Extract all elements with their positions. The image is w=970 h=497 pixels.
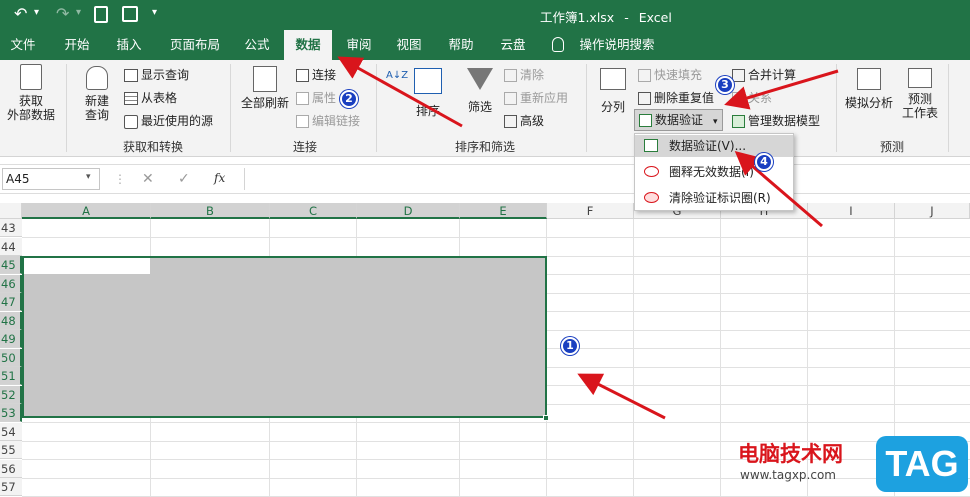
watermark-text: 电脑技术网 <box>738 442 843 466</box>
step-marker-3: 3 <box>716 76 734 94</box>
watermark-url: www.tagxp.com <box>740 468 836 482</box>
step-marker-4: 4 <box>755 153 773 171</box>
watermark: 电脑技术网 www.tagxp.com TAG <box>738 436 970 497</box>
step-marker-1: 1 <box>561 337 579 355</box>
step-marker-2: 2 <box>340 90 358 108</box>
arrow-to-selection <box>577 373 666 420</box>
arrow-to-validation-menu <box>734 151 823 228</box>
annotation-arrows <box>337 56 839 420</box>
arrow-to-data-tab <box>337 56 463 128</box>
arrow-to-validation-button <box>724 69 839 110</box>
watermark-tag-logo: TAG <box>876 436 968 492</box>
